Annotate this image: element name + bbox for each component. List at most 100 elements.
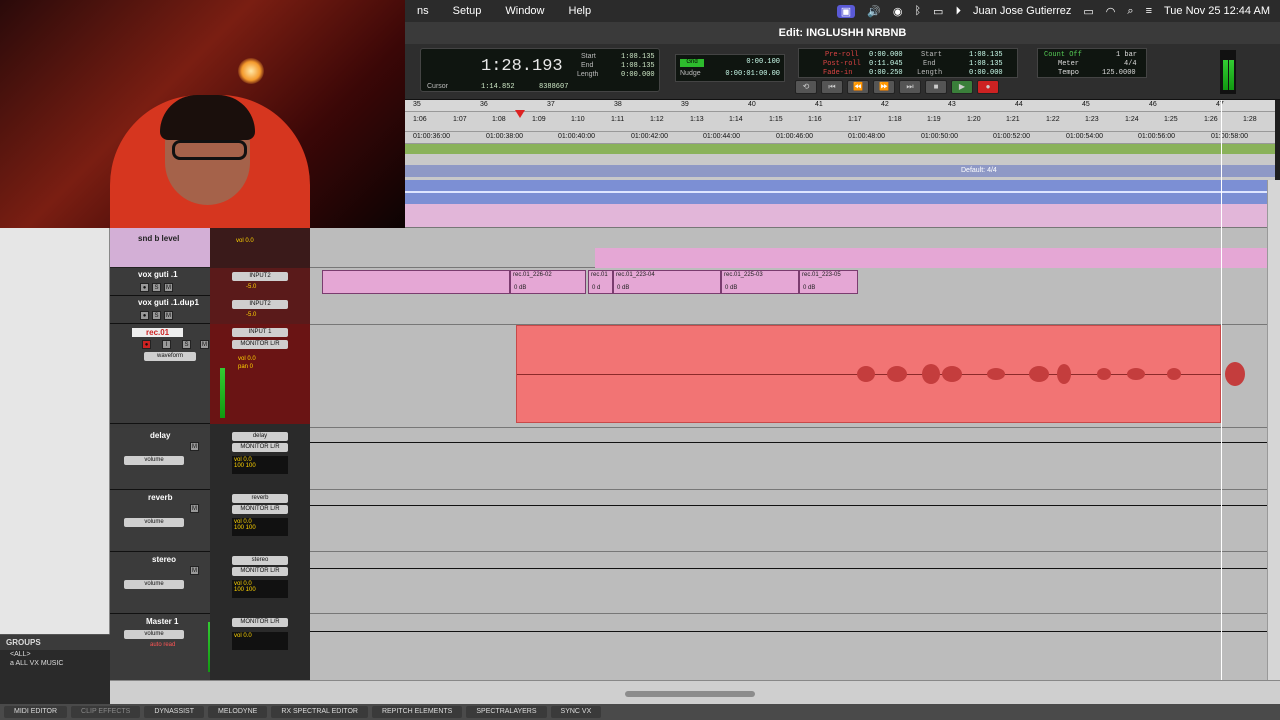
pr-end-value[interactable]: 1:08.135 — [969, 60, 1003, 68]
menu-item-window[interactable]: Window — [493, 5, 556, 17]
track-header-rec-01[interactable]: rec.01 ● I S M waveform — [110, 324, 210, 424]
play-status-icon[interactable]: ⏵ — [955, 5, 961, 18]
rec-arm-button[interactable]: ● — [140, 283, 149, 292]
track-header-stereo[interactable]: stereo M volume — [110, 552, 210, 614]
mute-button[interactable]: M — [164, 311, 173, 320]
track-header-delay[interactable]: delay M volume — [110, 428, 210, 490]
timeline-rulers[interactable]: 35 36 37 38 39 40 41 42 43 44 45 46 47 1:06 1:07 1:08 1… — [405, 100, 1275, 180]
track-name[interactable]: vox guti .1.dup1 — [138, 298, 199, 307]
mute-button[interactable]: M — [190, 442, 199, 451]
tab-repitch-elements[interactable]: REPITCH ELEMENTS — [371, 706, 463, 718]
postroll-value[interactable]: 0:11.045 — [869, 60, 903, 68]
lane-delay[interactable] — [310, 428, 1267, 490]
vol-value-vox2[interactable]: -5.0 — [246, 312, 256, 318]
menu-item-help[interactable]: Help — [557, 5, 604, 17]
user-name[interactable]: Juan Jose Gutierrez — [973, 5, 1071, 17]
vertical-scrollbar[interactable] — [1267, 180, 1280, 680]
track-view-selector[interactable]: volume — [124, 630, 184, 639]
output-selector-reverb[interactable]: MONITOR L/R — [232, 505, 288, 514]
clock[interactable]: Tue Nov 25 12:44 AM — [1164, 5, 1270, 17]
vol-pan-stereo[interactable]: vol 0.0 100 100 — [232, 580, 288, 598]
track-header-snd-b-level[interactable]: snd b level — [110, 228, 210, 268]
track-view-selector[interactable]: volume — [124, 580, 184, 589]
output-selector-master[interactable]: MONITOR L/R — [232, 618, 288, 627]
input-selector-rec01[interactable]: INPUT 1 — [232, 328, 288, 337]
search-icon[interactable]: ⌕ — [1127, 5, 1133, 18]
wifi-icon[interactable]: ◠ — [1106, 5, 1116, 18]
track-name[interactable]: reverb — [148, 493, 172, 502]
lane-snd-b-level[interactable] — [310, 228, 1267, 268]
clip[interactable]: rec.01_226-02 0 dB — [510, 270, 586, 294]
length-value[interactable]: 0:00.000 — [621, 71, 655, 79]
countoff-label[interactable]: Count Off — [1044, 51, 1082, 59]
track-view-selector[interactable]: volume — [124, 456, 184, 465]
lane-top[interactable] — [310, 204, 1267, 228]
record-status-icon[interactable]: ◉ — [893, 5, 903, 18]
input-monitor-button[interactable]: I — [162, 340, 171, 349]
vol-pan-delay[interactable]: vol 0.0 100 100 — [232, 456, 288, 474]
record-button[interactable]: ● — [977, 80, 999, 94]
clip[interactable] — [322, 270, 510, 294]
vol-value-vox1[interactable]: -5.0 — [246, 284, 256, 290]
lane-master[interactable] — [310, 614, 1267, 680]
track-name[interactable]: Master 1 — [146, 617, 178, 626]
track-view-selector[interactable]: volume — [124, 518, 184, 527]
playhead-line[interactable] — [1221, 100, 1222, 680]
solo-button[interactable]: S — [152, 311, 161, 320]
track-view-selector[interactable]: waveform — [144, 352, 196, 361]
recording-clip[interactable] — [516, 325, 1245, 423]
track-name[interactable]: rec.01 — [132, 328, 184, 337]
play-button[interactable]: ▶ — [951, 80, 973, 94]
preroll-box[interactable]: Pre-roll Post-roll Fade-in 0:00.000 0:11… — [798, 48, 1018, 78]
main-counter[interactable]: 1:28.193 Start End Length 1:08.135 1:08.… — [420, 48, 660, 92]
menu-item-setup[interactable]: Setup — [441, 5, 494, 17]
track-name[interactable]: stereo — [152, 555, 176, 564]
return-to-zero-button[interactable]: ⏮ — [821, 80, 843, 94]
fast-forward-button[interactable]: ⏩ — [873, 80, 895, 94]
lane-reverb[interactable] — [310, 490, 1267, 552]
tab-rx-spectral-editor[interactable]: RX SPECTRAL EDITOR — [271, 706, 368, 718]
pan-value-rec01[interactable]: pan 0 — [238, 364, 253, 370]
timecode-ruler[interactable]: 01:00:36:00 01:00:38:00 01:00:40:00 01:00:4… — [405, 132, 1275, 144]
start-value[interactable]: 1:08.135 — [621, 53, 655, 61]
input-selector-stereo[interactable]: stereo — [232, 556, 288, 565]
tab-clip-effects[interactable]: CLIP EFFECTS — [71, 706, 141, 718]
horizontal-scrollbar[interactable] — [110, 680, 1280, 704]
input-selector-delay[interactable]: delay — [232, 432, 288, 441]
preroll-value[interactable]: 0:00.000 — [869, 51, 903, 59]
tab-sync-vx[interactable]: SYNC VX — [550, 706, 602, 718]
track-name[interactable]: snd b level — [138, 234, 179, 243]
mute-button[interactable]: M — [200, 340, 209, 349]
meter-ruler[interactable]: Default: 4/4 — [405, 165, 1275, 177]
min-sec-ruler[interactable]: 1:06 1:07 1:08 1:09 1:10 1:11 1:12 1:13 1:14 1:15… — [405, 112, 1275, 132]
markers-ruler[interactable] — [405, 144, 1275, 154]
output-selector-delay[interactable]: MONITOR L/R — [232, 443, 288, 452]
lane-vox-guti[interactable]: rec.01_226-02 0 dB rec.01 0 d rec.01_223-0… — [310, 268, 1267, 325]
lane-stereo[interactable] — [310, 552, 1267, 614]
stop-button[interactable]: ■ — [925, 80, 947, 94]
countoff-bars[interactable]: 1 bar — [1116, 51, 1137, 59]
grid-nudge-box[interactable]: Grid Nudge 0:00.100 0:00:01:00.00 — [675, 54, 785, 82]
grid-value[interactable]: 0:00.100 — [746, 58, 780, 66]
input-selector-vox2[interactable]: INPUT2 — [232, 300, 288, 309]
automation-mode[interactable]: auto read — [150, 642, 175, 648]
track-header-master[interactable]: Master 1 volume auto read — [110, 614, 213, 680]
solo-button[interactable]: S — [152, 283, 161, 292]
tempo-value[interactable]: 125.0000 — [1102, 69, 1136, 77]
bars-beats-ruler[interactable]: 35 36 37 38 39 40 41 42 43 44 45 46 47 — [405, 100, 1275, 112]
track-name[interactable]: delay — [150, 431, 170, 440]
group-all-vx-music[interactable]: a ALL VX MUSIC — [0, 659, 110, 668]
rec-arm-button[interactable]: ● — [140, 311, 149, 320]
meter-marker[interactable]: Default: 4/4 — [961, 167, 997, 174]
track-name[interactable]: vox guti .1 — [138, 270, 178, 279]
pr-start-value[interactable]: 1:08.135 — [969, 51, 1003, 59]
vol-value-snd[interactable]: vol 0.0 — [236, 238, 254, 244]
mute-button[interactable]: M — [190, 504, 199, 513]
menu-item-ns[interactable]: ns — [405, 5, 441, 17]
tab-spectralayers[interactable]: SPECTRALAYERS — [466, 706, 547, 718]
online-button[interactable]: ⟲ — [795, 80, 817, 94]
volume-icon[interactable]: 🔊 — [867, 5, 881, 18]
clip[interactable]: rec.01_225-03 0 dB — [721, 270, 799, 294]
vol-master[interactable]: vol 0.0 — [232, 632, 288, 650]
rewind-button[interactable]: ⏪ — [847, 80, 869, 94]
